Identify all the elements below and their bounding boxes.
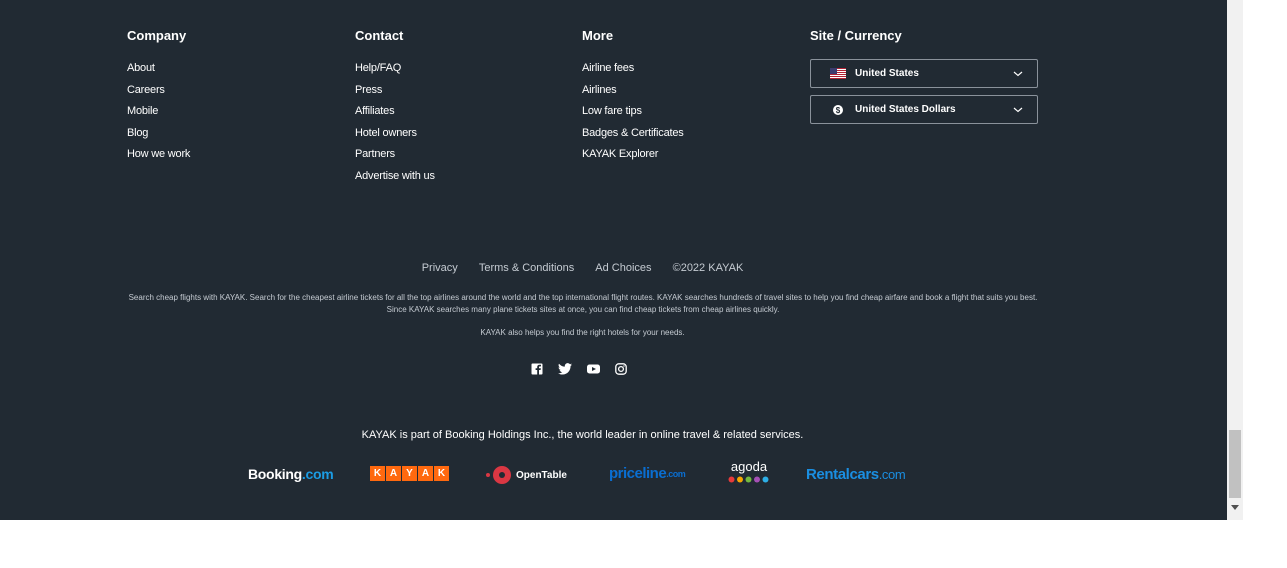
booking-holdings-text: KAYAK is part of Booking Holdings Inc., … <box>361 429 804 441</box>
footer-link-affiliates[interactable]: Affiliates <box>355 105 395 117</box>
seo-description-hotels: KAYAK also helps you find the right hote… <box>480 328 685 337</box>
scroll-down-arrow-icon[interactable] <box>1231 505 1239 510</box>
booking-logo-suffix: .com <box>301 466 334 482</box>
youtube-icon[interactable] <box>586 362 600 376</box>
twitter-icon[interactable] <box>558 362 572 376</box>
kayak-logo-letter: K <box>434 466 449 481</box>
footer-link-hotel-owners[interactable]: Hotel owners <box>355 127 417 139</box>
agoda-logo[interactable]: agoda <box>728 460 770 483</box>
facebook-icon[interactable] <box>530 362 544 376</box>
social-links <box>530 362 628 376</box>
kayak-logo-letter: A <box>418 466 433 481</box>
privacy-link[interactable]: Privacy <box>422 262 458 274</box>
column-heading: Site / Currency <box>810 28 902 43</box>
seo-description: Search cheap flights with KAYAK. Search … <box>128 293 1038 314</box>
site-select-value: United States <box>855 68 919 79</box>
column-heading: More <box>582 28 614 43</box>
rentalcars-logo-text: Rentalcars <box>806 466 879 483</box>
footer-column-site-currency: Site / Currency <box>810 28 902 44</box>
agoda-dots-icon <box>728 476 770 483</box>
opentable-logo-text: OpenTable <box>516 469 567 481</box>
scrollbar-thumb[interactable] <box>1229 430 1241 498</box>
footer-link-partners[interactable]: Partners <box>355 148 395 160</box>
footer-link-about[interactable]: About <box>127 62 155 74</box>
footer-link-airlines[interactable]: Airlines <box>582 84 617 96</box>
svg-text:$: $ <box>836 106 841 115</box>
footer-link-badges[interactable]: Badges & Certificates <box>582 127 684 139</box>
terms-link[interactable]: Terms & Conditions <box>479 262 574 274</box>
brand-logos: Booking .com K A Y A K OpenTable pricelin… <box>0 460 1227 490</box>
site-select[interactable]: United States <box>810 59 1038 88</box>
footer-column-contact: Contact Help/FAQ Press Affiliates Hotel … <box>355 28 435 187</box>
agoda-logo-text: agoda <box>730 459 768 474</box>
us-flag-icon <box>829 68 847 79</box>
kayak-logo[interactable]: K A Y A K <box>370 466 449 481</box>
footer-link-how-we-work[interactable]: How we work <box>127 148 190 160</box>
rentalcars-logo-suffix: .com <box>878 467 906 482</box>
footer-column-more: More Airline fees Airlines Low fare tips… <box>582 28 684 166</box>
footer-column-company: Company About Careers Mobile Blog How we… <box>127 28 190 166</box>
opentable-logo[interactable]: OpenTable <box>485 465 567 485</box>
footer-link-press[interactable]: Press <box>355 84 382 96</box>
kayak-logo-letter: K <box>370 466 385 481</box>
booking-logo[interactable]: Booking .com <box>248 466 334 482</box>
footer-link-help-faq[interactable]: Help/FAQ <box>355 62 401 74</box>
dollar-icon: $ <box>829 104 847 116</box>
legal-links: Privacy Terms & Conditions Ad Choices ©2… <box>0 262 1165 274</box>
footer-link-careers[interactable]: Careers <box>127 84 165 96</box>
footer-link-airline-fees[interactable]: Airline fees <box>582 62 634 74</box>
footer-link-kayak-explorer[interactable]: KAYAK Explorer <box>582 148 658 160</box>
footer-link-mobile[interactable]: Mobile <box>127 105 158 117</box>
chevron-down-icon <box>1011 107 1025 113</box>
copyright: ©2022 KAYAK <box>672 262 744 274</box>
rentalcars-logo[interactable]: Rentalcars .com <box>806 466 906 483</box>
priceline-logo[interactable]: priceline .com <box>609 465 686 482</box>
instagram-icon[interactable] <box>614 362 628 376</box>
currency-select-value: United States Dollars <box>855 104 956 115</box>
footer-link-low-fare-tips[interactable]: Low fare tips <box>582 105 642 117</box>
page-scrollbar[interactable] <box>1227 0 1243 520</box>
footer-link-advertise[interactable]: Advertise with us <box>355 170 435 182</box>
column-heading: Company <box>127 28 187 43</box>
column-heading: Contact <box>355 28 404 43</box>
priceline-logo-text: priceline <box>609 465 667 482</box>
chevron-down-icon <box>1011 71 1025 77</box>
ad-choices-link[interactable]: Ad Choices <box>595 262 651 274</box>
kayak-logo-letter: Y <box>402 466 417 481</box>
booking-logo-text: Booking <box>248 466 302 482</box>
site-footer: Company About Careers Mobile Blog How we… <box>0 0 1227 520</box>
priceline-logo-suffix: .com <box>666 468 686 479</box>
currency-select[interactable]: $ United States Dollars <box>810 95 1038 124</box>
footer-link-blog[interactable]: Blog <box>127 127 148 139</box>
opentable-dots-icon <box>485 465 513 485</box>
kayak-logo-letter: A <box>386 466 401 481</box>
